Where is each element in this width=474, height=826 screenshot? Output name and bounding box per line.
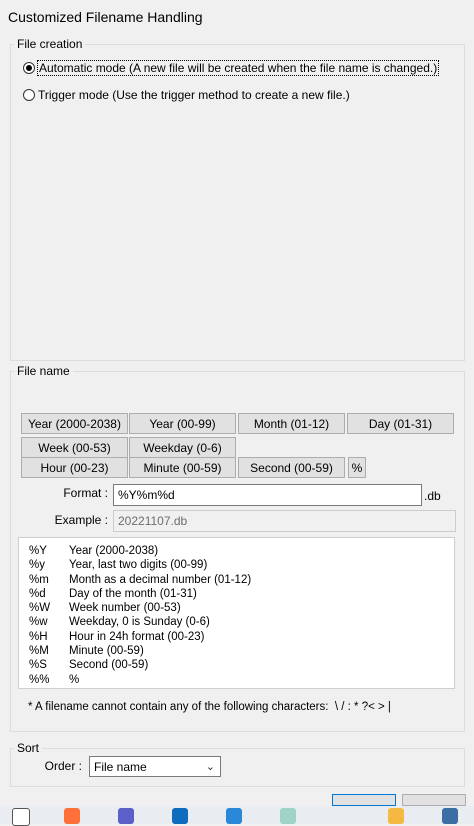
invalid-characters-note: * A filename cannot contain any of the f… <box>28 701 391 713</box>
automatic-mode-radio[interactable]: Automatic mode (A new file will be creat… <box>23 60 440 76</box>
week-button[interactable]: Week (00-53) <box>21 437 128 458</box>
file-creation-legend: File creation <box>17 37 83 51</box>
month-button[interactable]: Month (01-12) <box>238 413 345 434</box>
photos-icon[interactable] <box>226 808 242 824</box>
outlook-icon[interactable] <box>172 808 188 824</box>
order-select-value: File name <box>94 759 147 774</box>
year-4digit-button[interactable]: Year (2000-2038) <box>21 413 128 434</box>
code-row: %S Second (00-59) <box>29 659 149 672</box>
file-name-legend: File name <box>17 364 70 378</box>
example-field: 20221107.db <box>113 510 456 532</box>
format-suffix: .db <box>424 489 441 503</box>
paint-icon[interactable] <box>388 808 404 824</box>
trigger-mode-label: Trigger mode (Use the trigger method to … <box>38 88 350 102</box>
notes-icon[interactable] <box>280 808 296 824</box>
code-row: %w Weekday, 0 is Sunday (0-6) <box>29 616 210 629</box>
trigger-mode-radio[interactable]: Trigger mode (Use the trigger method to … <box>23 88 350 102</box>
file-creation-group: File creation <box>10 37 465 361</box>
order-select[interactable]: File name ⌄ <box>89 756 221 777</box>
app-icon[interactable] <box>442 808 458 824</box>
minute-button[interactable]: Minute (00-59) <box>129 457 236 478</box>
code-row: %m Month as a decimal number (01-12) <box>29 573 252 586</box>
firefox-icon[interactable] <box>64 808 80 824</box>
order-label: Order : <box>44 759 82 773</box>
code-row: %W Week number (00-53) <box>29 602 181 615</box>
format-codes-list: %Y Year (2000-2038) %y Year, last two digi… <box>18 537 455 689</box>
file-explorer-icon[interactable] <box>12 808 30 826</box>
example-label: Example : <box>54 513 108 527</box>
teams-icon[interactable] <box>118 808 134 824</box>
code-row: %%% <box>29 673 80 686</box>
radio-selected-icon <box>23 62 35 74</box>
second-button[interactable]: Second (00-59) <box>238 457 345 478</box>
format-input[interactable]: %Y%m%d <box>113 484 422 506</box>
hour-button[interactable]: Hour (00-23) <box>21 457 128 478</box>
code-row: %M Minute (00-59) <box>29 645 144 658</box>
year-2digit-button[interactable]: Year (00-99) <box>129 413 236 434</box>
radio-unselected-icon <box>23 89 35 101</box>
cancel-button[interactable] <box>402 794 466 806</box>
code-row: %H Hour in 24h format (00-23) <box>29 630 205 643</box>
code-row: %y Year, last two digits (00-99) <box>29 559 208 572</box>
sort-legend: Sort <box>17 741 40 755</box>
window-title: Customized Filename Handling <box>8 9 203 25</box>
code-row: %Y Year (2000-2038) <box>29 545 159 557</box>
format-label: Format : <box>63 486 108 500</box>
weekday-button[interactable]: Weekday (0-6) <box>129 437 236 458</box>
chevron-down-icon: ⌄ <box>205 761 215 773</box>
code-row: %d Day of the month (01-31) <box>29 587 197 600</box>
ok-button[interactable] <box>332 794 396 806</box>
day-button[interactable]: Day (01-31) <box>347 413 454 434</box>
percent-button[interactable]: % <box>348 457 366 478</box>
automatic-mode-label: Automatic mode (A new file will be creat… <box>36 60 440 76</box>
